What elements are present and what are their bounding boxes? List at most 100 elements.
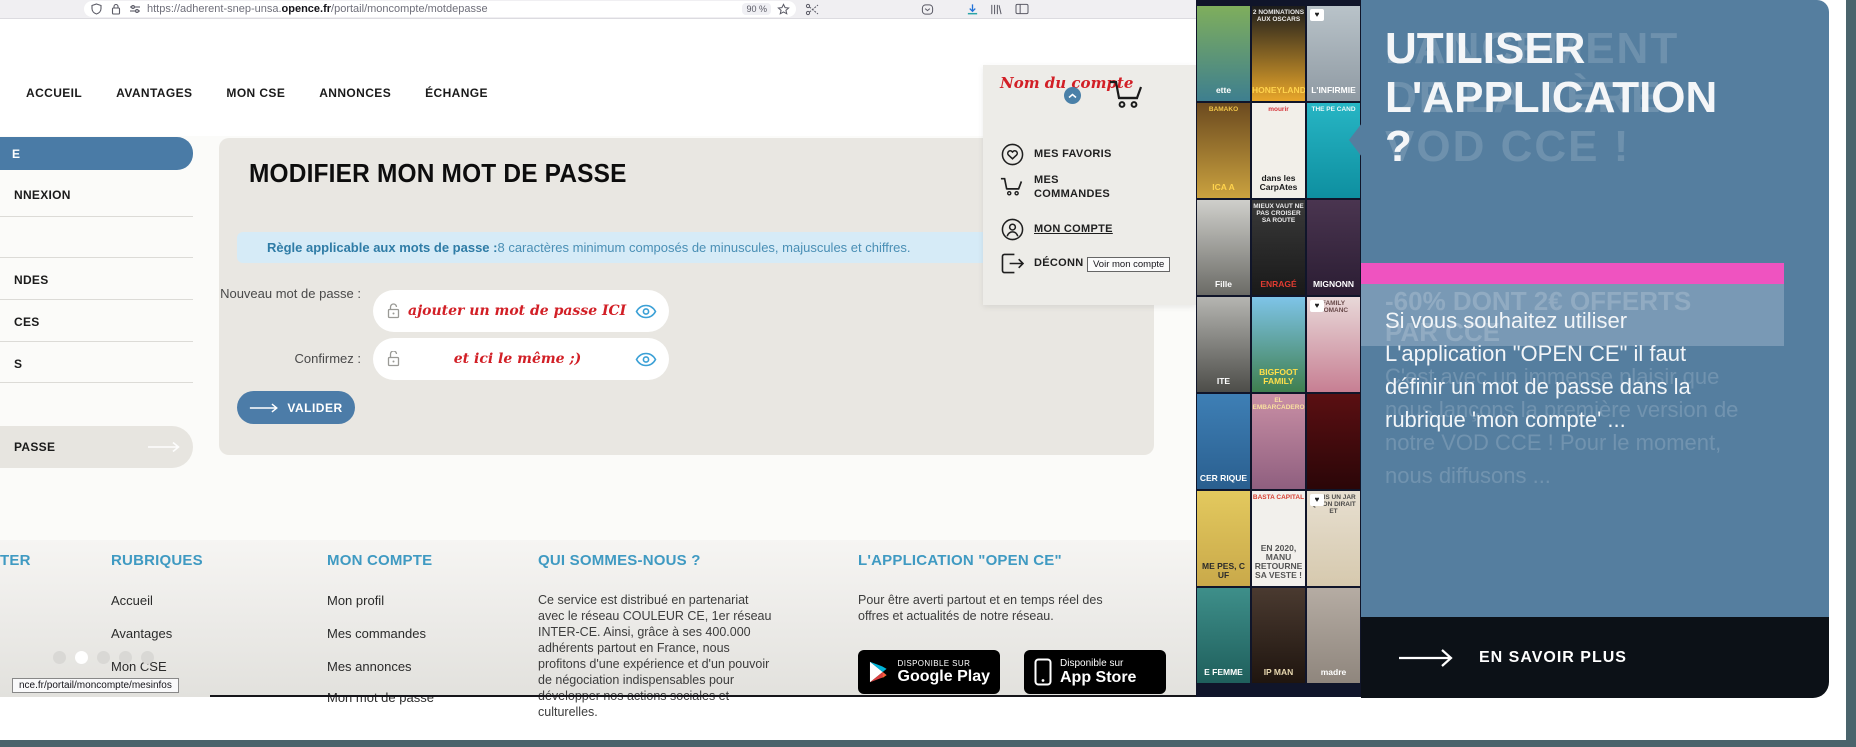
bottom-edge-strip [0,740,1856,747]
show-password-eye-icon[interactable] [635,304,657,319]
poster-tile[interactable]: BAMAKO ICA A [1197,103,1250,198]
permissions-icon[interactable] [128,3,141,16]
nav-accueil[interactable]: ACCUEIL [26,86,82,100]
page-title: MODIFIER MON MOT DE PASSE [249,158,627,188]
arrow-right-icon [148,441,180,453]
google-play-icon [869,661,887,683]
poster-tile[interactable]: Fille [1197,200,1250,295]
poster-title: ette [1215,85,1232,95]
pocket-icon[interactable] [918,1,936,17]
lock-icon[interactable] [109,3,122,16]
carousel-dot[interactable] [119,651,132,664]
menu-item-label: MES FAVORIS [1034,148,1112,160]
carousel-dot[interactable] [97,651,110,664]
poster-title: HONEYLAND [1252,85,1305,95]
carousel-dot-active[interactable] [75,651,88,664]
poster-title: dans les CarpAtes [1259,173,1298,192]
bookmark-star-icon[interactable] [777,2,790,16]
poster-tile[interactable]: 2 NOMINATIONS AUX OSCARS HONEYLAND [1252,6,1305,101]
sidebar-item-mot-de-passe[interactable]: PASSE [0,426,193,468]
menu-item-mes-commandes[interactable]: MES COMMANDES [1000,173,1132,201]
menu-item-mes-favoris[interactable]: MES FAVORIS [1000,142,1132,166]
poster-tile[interactable] [1307,394,1360,489]
show-password-eye-icon[interactable] [635,352,657,367]
footer-about-text: Ce service est distribué en partenariat … [538,593,772,719]
poster-title: L'INFIRMIE [1311,85,1356,95]
poster-tile[interactable]: ME PES, C UF [1197,491,1250,586]
password-rule-banner: Règle applicable aux mots de passe : 8 c… [237,232,1110,263]
confirm-password-value: et ici le même ;) [453,351,582,367]
sidebar-item-preferences[interactable]: CES [14,315,40,329]
sidebar-item-active-top[interactable]: E [0,137,193,170]
carousel-dot[interactable] [53,651,66,664]
poster-tile[interactable]: IP MAN [1252,588,1305,683]
poster-tile[interactable]: FAMILY ROMANC ♥ [1307,297,1360,392]
nav-echange[interactable]: ÉCHANGE [425,86,488,100]
wishlist-heart-icon[interactable]: ♥ [1310,9,1324,21]
nav-annonces[interactable]: ANNONCES [319,86,391,100]
divider [0,216,193,217]
badge-large-text: App Store [1060,669,1137,686]
poster-tile[interactable]: E FEMME [1197,588,1250,683]
shield-icon[interactable] [90,3,103,16]
footer-heading-rubriques: RUBRIQUES [111,552,203,569]
wishlist-heart-icon[interactable]: ♥ [1310,300,1324,312]
cart-icon[interactable] [1108,78,1146,110]
poster-tile[interactable]: BIGFOOT FAMILY [1252,297,1305,392]
poster-tile[interactable]: MIEUX VAUT NE PAS CROISER SA ROUTE ENRAGÉ [1252,200,1305,295]
confirm-password-field[interactable]: et ici le même ;) [373,338,669,380]
footer-link-avantages[interactable]: Avantages [111,626,172,641]
poster-tile[interactable]: ette [1197,6,1250,101]
library-icon[interactable] [986,1,1004,17]
poster-top-text: mourir [1268,106,1289,113]
chevron-up-icon[interactable] [1064,87,1081,104]
new-password-field[interactable]: ajouter un mot de passe ICI [373,290,669,332]
sidebar-toggle-icon[interactable] [1013,1,1031,17]
carousel-dot[interactable] [141,651,154,664]
download-icon[interactable] [963,1,981,17]
valider-label: VALIDER [287,400,343,415]
poster-tile[interactable]: mourir dans les CarpAtes [1252,103,1305,198]
footer-link-mes-annonces[interactable]: Mes annonces [327,659,412,674]
en-savoir-plus-button[interactable]: EN SAVOIR PLUS [1361,617,1829,698]
screenshot-scissors-icon[interactable] [803,1,821,17]
poster-top-text: THE PE CAND [1311,106,1356,113]
menu-item-mon-compte[interactable]: MON COMPTE [1000,217,1132,241]
nav-mon-cse[interactable]: MON CSE [226,86,285,100]
poster-tile[interactable]: ITE [1197,297,1250,392]
screenshot-root: https://adherent-snep-unsa.opence.fr/por… [0,0,1856,747]
poster-title: madre [1320,667,1347,677]
sidebar-item-autre[interactable]: S [14,357,22,371]
poster-tile[interactable]: ♥ L'INFIRMIE [1307,6,1360,101]
phone-icon [1034,658,1052,686]
menu-item-label: MON COMPTE [1034,223,1113,235]
poster-tile[interactable]: DANS UN JAR QU'ON DIRAIT ET ♥ [1307,491,1360,586]
footer-link-accueil[interactable]: Accueil [111,593,153,608]
url-bar[interactable]: https://adherent-snep-unsa.opence.fr/por… [84,1,796,17]
poster-tile[interactable]: madre [1307,588,1360,683]
footer-link-mes-commandes[interactable]: Mes commandes [327,626,426,641]
sidebar-item-connexion[interactable]: NNEXION [14,188,71,202]
app-store-badge[interactable]: Disponible sur App Store [1024,650,1166,694]
google-play-badge[interactable]: DISPONIBLE SUR Google Play [858,650,1000,694]
nav-avantages[interactable]: AVANTAGES [116,86,192,100]
promo-title: UTILISER L'APPLICATION ? [1385,24,1718,171]
menu-item-label: MES COMMANDES [1034,174,1111,200]
wishlist-heart-icon[interactable]: ♥ [1310,494,1324,506]
valider-button[interactable]: VALIDER [237,391,355,424]
poster-tile[interactable]: MIGNONN [1307,200,1360,295]
confirm-password-label: Confirmez : [294,351,361,366]
poster-tile[interactable]: EL EMBARCADERO [1252,394,1305,489]
footer-link-mon-profil[interactable]: Mon profil [327,593,384,608]
new-password-value: ajouter un mot de passe ICI [408,303,627,319]
badge-large-text: Google Play [897,668,990,685]
footer-heading-qui-sommes-nous: QUI SOMMES-NOUS ? [538,552,701,569]
heart-circle-icon [1000,142,1024,166]
sidebar-item-commandes[interactable]: NDES [14,273,49,287]
footer-link-mon-mot-de-passe[interactable]: Mon mot de passe [327,690,434,705]
poster-tile[interactable]: BASTA CAPITAL EN 2020, MANU RETOURNE SA V… [1252,491,1305,586]
zoom-level-badge[interactable]: 90 % [742,3,771,15]
poster-title: ENRAGÉ [1260,279,1297,289]
vod-poster-strip: ette 2 NOMINATIONS AUX OSCARS HONEYLAND ♥ L'… [1196,0,1361,697]
poster-tile[interactable]: CER RIQUE [1197,394,1250,489]
